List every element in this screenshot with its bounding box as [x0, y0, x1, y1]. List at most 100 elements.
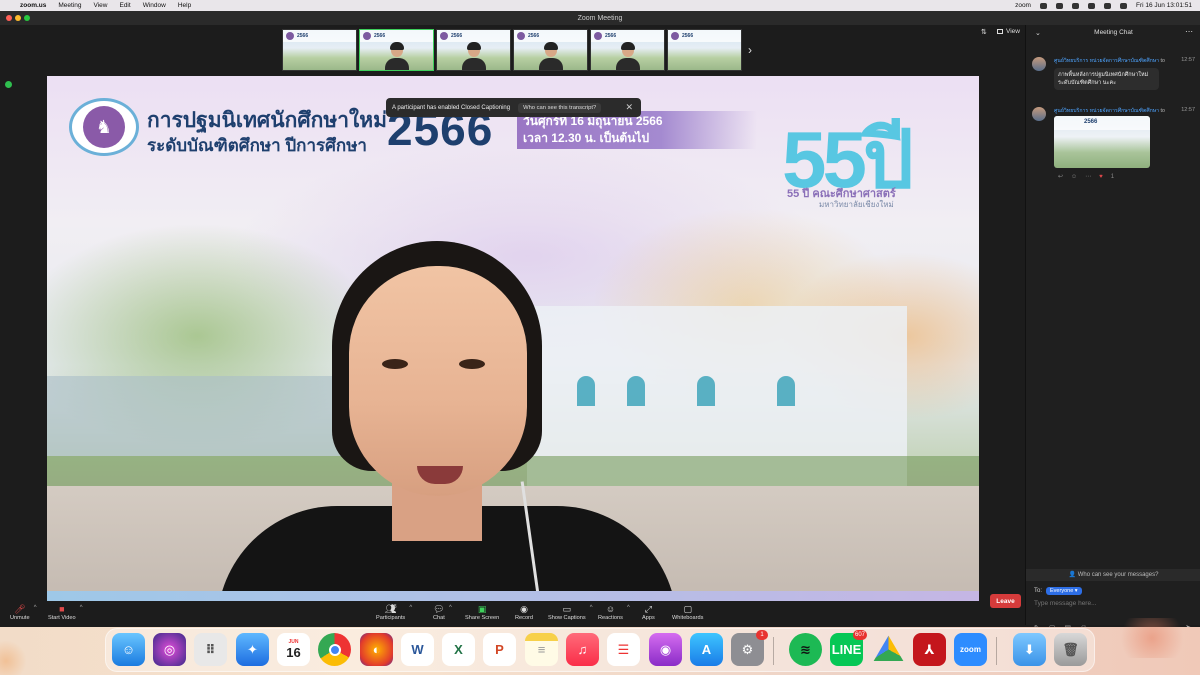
- excel-icon[interactable]: X: [442, 633, 475, 666]
- record-icon: ◉: [520, 604, 528, 614]
- chevron-up-icon[interactable]: ^: [34, 605, 37, 611]
- system-settings-icon[interactable]: ⚙ 1: [731, 630, 768, 666]
- desktop-decoration: [0, 640, 30, 675]
- thumbnail-banner-text: 2566: [682, 33, 694, 39]
- show-captions-button[interactable]: ▭ Show Captions ^: [548, 603, 593, 621]
- heart-reaction-icon[interactable]: ♥: [1099, 174, 1103, 180]
- show-captions-label: Show Captions: [548, 615, 586, 621]
- participant-thumbnail[interactable]: 2566: [590, 29, 665, 71]
- participants-button[interactable]: 👥︎ 68 Participants ^: [376, 603, 412, 621]
- message-image[interactable]: 2566: [1054, 116, 1150, 168]
- chat-title: Meeting Chat: [1094, 29, 1133, 36]
- calendar-icon[interactable]: JUN 16: [277, 633, 310, 666]
- spotify-icon[interactable]: ≋: [789, 633, 822, 666]
- minimize-window-icon[interactable]: [15, 15, 21, 21]
- participant-thumbnail-active-speaker[interactable]: 2566: [359, 29, 434, 71]
- notes-icon[interactable]: ≡: [525, 633, 558, 666]
- word-icon[interactable]: W: [401, 633, 434, 666]
- university-logo: ♞: [69, 98, 139, 156]
- participant-thumbnail[interactable]: 2566: [513, 29, 588, 71]
- siri-icon[interactable]: ◎: [153, 633, 186, 666]
- menu-app-name[interactable]: zoom.us: [20, 2, 46, 9]
- participant-thumbnail[interactable]: 2566: [436, 29, 511, 71]
- chat-message-input[interactable]: [1034, 598, 1194, 608]
- chevron-right-icon[interactable]: ›: [748, 43, 752, 57]
- chrome-icon[interactable]: [318, 633, 351, 666]
- chevron-up-icon[interactable]: ^: [80, 605, 83, 611]
- menubar-zoom-status[interactable]: zoom: [1015, 2, 1031, 9]
- app-store-icon[interactable]: A: [690, 633, 723, 666]
- reactions-button[interactable]: ☺ Reactions ^: [598, 603, 630, 621]
- status-icon[interactable]: [1039, 2, 1047, 9]
- podcasts-icon[interactable]: ◉: [649, 633, 682, 666]
- record-button[interactable]: ◉ Record: [515, 603, 533, 621]
- chat-button[interactable]: 💬︎ Chat ^: [433, 603, 452, 621]
- control-center-icon[interactable]: [1119, 2, 1127, 9]
- search-icon[interactable]: [1103, 2, 1111, 9]
- view-button[interactable]: View: [997, 28, 1020, 35]
- chevron-up-icon[interactable]: ^: [449, 605, 452, 611]
- security-shield-icon[interactable]: [5, 81, 12, 88]
- chevron-up-icon[interactable]: ^: [627, 605, 630, 611]
- more-icon[interactable]: ⋯: [1085, 173, 1091, 180]
- maximize-window-icon[interactable]: [24, 15, 30, 21]
- powerpoint-icon[interactable]: P: [483, 633, 516, 666]
- downloads-folder-icon[interactable]: ⬇: [1013, 633, 1046, 666]
- chevron-up-icon[interactable]: ^: [409, 605, 412, 611]
- apps-button[interactable]: ⤢ Apps: [642, 603, 655, 621]
- recipient-row: To: Everyone ▾: [1034, 587, 1082, 595]
- apps-icon: ⤢: [644, 604, 652, 614]
- participant-thumbnail[interactable]: 2566: [282, 29, 357, 71]
- message-time: 12:57: [1181, 57, 1195, 63]
- building-window: [777, 376, 795, 406]
- firefox-icon[interactable]: ◐: [360, 633, 393, 666]
- start-video-button[interactable]: ■ Start Video ^: [48, 603, 83, 621]
- acrobat-icon[interactable]: ⅄: [913, 633, 946, 666]
- menu-view[interactable]: View: [94, 2, 108, 9]
- dock: ☺ ◎ ⠿ ✦ JUN 16 ◐ W X P ≡ ♫ ☰ ◉ A ⚙ 1 ≋ LI…: [105, 628, 1095, 672]
- chevron-up-icon[interactable]: ^: [590, 605, 593, 611]
- recipient-select[interactable]: Everyone ▾: [1046, 587, 1082, 595]
- sender-name[interactable]: ศูนย์วิทยบริการ หน่วยจัดการศึกษาบัณฑิตศึ…: [1054, 58, 1159, 64]
- menu-meeting[interactable]: Meeting: [58, 2, 81, 9]
- battery-icon[interactable]: [1071, 2, 1079, 9]
- swap-video-icon[interactable]: ⇅: [981, 28, 987, 36]
- main-speaker-video[interactable]: ♞ การปฐมนิเทศนักศึกษาใหม่ ระดับบัณฑิตศึก…: [47, 76, 979, 601]
- menu-help[interactable]: Help: [178, 2, 191, 9]
- wifi-icon[interactable]: [1087, 2, 1095, 9]
- google-drive-icon[interactable]: [873, 635, 904, 662]
- avatar: [1032, 57, 1046, 71]
- zoom-icon[interactable]: zoom: [954, 633, 987, 666]
- trash-icon[interactable]: 🗑︎: [1054, 633, 1087, 666]
- message-privacy-link[interactable]: 👤 Who can see your messages?: [1026, 569, 1200, 581]
- safari-icon[interactable]: ✦: [236, 633, 269, 666]
- add-reaction-icon[interactable]: ☺: [1071, 174, 1077, 180]
- reminders-icon[interactable]: ☰: [607, 633, 640, 666]
- more-options-icon[interactable]: ⋯: [1185, 27, 1193, 36]
- chevron-down-icon[interactable]: ⌄: [1035, 29, 1041, 37]
- menu-window[interactable]: Window: [143, 2, 166, 9]
- menu-edit[interactable]: Edit: [119, 2, 130, 9]
- leave-button[interactable]: Leave: [990, 594, 1021, 608]
- launchpad-icon[interactable]: ⠿: [194, 633, 227, 666]
- desktop-decoration: [1120, 618, 1200, 658]
- close-window-icon[interactable]: [6, 15, 12, 21]
- finder-icon[interactable]: ☺: [112, 633, 145, 666]
- zoom-window: Zoom Meeting 2566 2566 2566 2566 2566 25…: [0, 11, 1200, 632]
- banner-bottom-strip: [47, 591, 979, 601]
- transcript-visibility-link[interactable]: Who can see this transcript?: [518, 102, 602, 113]
- music-icon[interactable]: ♫: [566, 633, 599, 666]
- share-screen-button[interactable]: ▣ Share Screen: [465, 603, 499, 621]
- whiteboards-button[interactable]: ▢ Whiteboards: [672, 603, 703, 621]
- cloud-icon[interactable]: [1055, 2, 1063, 9]
- unmute-button[interactable]: 🎤︎ Unmute ^: [10, 603, 37, 621]
- menubar-clock[interactable]: Fri 16 Jun 13:01:51: [1136, 2, 1192, 9]
- line-icon[interactable]: LINE 607: [830, 630, 867, 666]
- speaker-figure: [177, 241, 717, 601]
- participant-figure: [538, 42, 563, 70]
- sender-name[interactable]: ศูนย์วิทยบริการ หน่วยจัดการศึกษาบัณฑิตศึ…: [1054, 108, 1159, 114]
- close-icon[interactable]: ✕: [625, 102, 633, 113]
- participant-thumbnail[interactable]: 2566: [667, 29, 742, 71]
- participants-label: Participants: [376, 615, 406, 621]
- reply-icon[interactable]: ↩: [1058, 173, 1063, 180]
